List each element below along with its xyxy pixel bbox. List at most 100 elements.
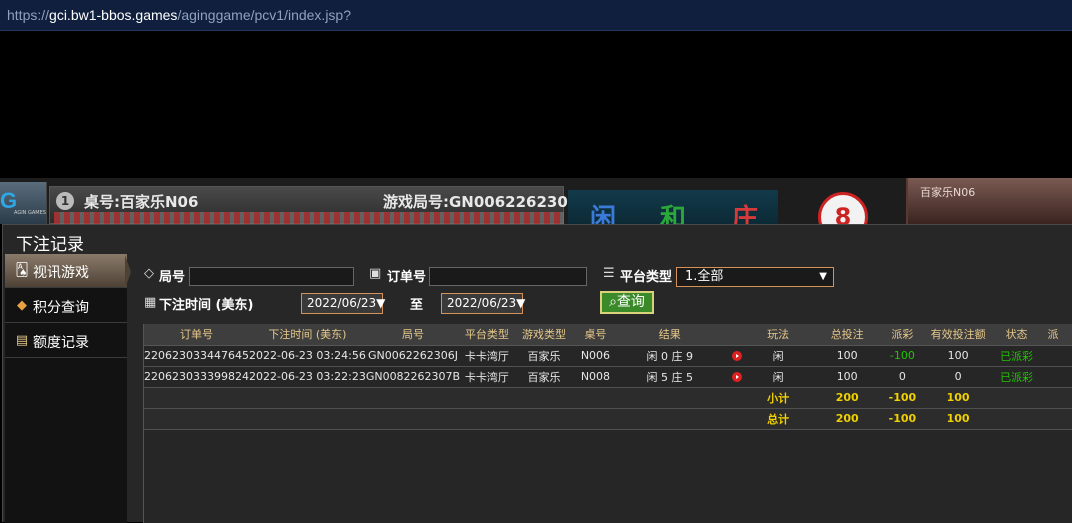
total-bet: 100 [805, 366, 889, 388]
modal-title: 下注记录 [16, 235, 84, 255]
game-type: 百家乐 [513, 345, 575, 367]
roadmap-dots [54, 212, 564, 224]
address-bar[interactable]: https://gci.bw1-bbos.games/aginggame/pcv… [0, 0, 1072, 31]
table-row: 220623033447645 2022-06-23 03:24:56 GN00… [144, 345, 1072, 367]
bet-type: 闲 [750, 345, 806, 367]
grand-total-total-bet: 200 [805, 408, 889, 430]
status: 已派彩 [1000, 366, 1034, 388]
sidebar-item-points[interactable]: ◆ 积分查询 [5, 289, 127, 323]
platform-label: 平台类型 [620, 270, 673, 285]
bet-record-modal: 下注记录 🂡 视讯游戏 ◆ 积分查询 ▤ 额度记录 ◇ 局号 ▣ 订单号 ☰ 平… [2, 224, 1072, 523]
status: 已派彩 [1000, 345, 1034, 367]
play-video-icon[interactable] [731, 351, 742, 361]
col-table-no: 桌号 [574, 324, 617, 346]
game-type: 百家乐 [513, 366, 575, 388]
order-input[interactable] [429, 267, 587, 286]
side-table-title: 百家乐N06 [920, 186, 976, 199]
bet-time: 2022-06-23 03:22:23 [248, 366, 366, 388]
query-button-label: 查询 [616, 294, 645, 310]
order-label: 订单号 [387, 270, 427, 285]
query-button[interactable]: ⌕查询 [600, 291, 654, 314]
table-title: 桌号:百家乐N06 [84, 193, 199, 211]
sidebar-item-label: 额度记录 [33, 335, 89, 351]
side-table-thumb[interactable]: 百家乐N06 [906, 178, 1072, 224]
grand-total-row: 总计 200 -100 100 [144, 408, 1072, 430]
subtotal-valid-bet: 100 [916, 387, 1001, 409]
to-label: 至 [410, 298, 424, 313]
grand-total-label: 总计 [750, 408, 806, 430]
col-round: 局号 [365, 324, 461, 346]
table-header-row: 订单号 下注时间 (美东) 局号 平台类型 游戏类型 桌号 结果 玩法 总投注 … [144, 324, 1072, 346]
col-bet-type: 玩法 [750, 324, 806, 346]
platform-select[interactable]: 1.全部 ▼ [676, 267, 834, 287]
bet-records-table: 订单号 下注时间 (美东) 局号 平台类型 游戏类型 桌号 结果 玩法 总投注 … [144, 324, 1072, 430]
date-to-picker[interactable]: 2022/06/23▼ [441, 293, 526, 314]
search-icon: ⌕ [609, 294, 617, 310]
logo-text: AGIN GAMES [14, 210, 46, 216]
col-total-bet: 总投注 [805, 324, 889, 346]
cards-icon: 🂡 [15, 263, 29, 278]
order-no: 220623033447645 [144, 345, 249, 367]
tag-icon: ◇ [144, 266, 154, 281]
result: 闲 0 庄 9 [616, 345, 723, 367]
round-no: GN0082262307B [365, 366, 461, 388]
chevron-down-icon: ▼ [819, 271, 827, 282]
document-icon: ▤ [15, 333, 29, 348]
date-from-picker[interactable]: 2022/06/23▼ [301, 293, 385, 314]
active-item-notch [125, 255, 131, 289]
url-path: /aginggame/pcv1/index.jsp? [177, 7, 351, 23]
payout: -100 [888, 345, 917, 367]
col-replay [722, 324, 751, 346]
sidebar-item-live-games[interactable]: 🂡 视讯游戏 [5, 254, 127, 288]
result: 闲 5 庄 5 [616, 366, 723, 388]
round-input[interactable] [189, 267, 354, 286]
platform-selected-value: 1.全部 [685, 269, 724, 284]
round-label: 局号 [159, 270, 186, 285]
table-no: N006 [574, 345, 617, 367]
col-order-no: 订单号 [144, 324, 249, 346]
subtotal-row: 小计 200 -100 100 [144, 387, 1072, 409]
valid-bet: 100 [916, 345, 1001, 367]
col-result: 结果 [616, 324, 723, 346]
receipt-icon: ▣ [369, 266, 382, 281]
sidebar-item-credit-records[interactable]: ▤ 额度记录 [5, 324, 127, 358]
order-no: 220623033399824 [144, 366, 249, 388]
platform: 卡卡湾厅 [460, 345, 514, 367]
round-no: GN0062262306J [365, 345, 461, 367]
sidebar-item-label: 积分查询 [33, 300, 89, 316]
date-to-value: 2022/06/23 [447, 296, 517, 310]
valid-bet: 0 [916, 366, 1001, 388]
bet-type: 闲 [750, 366, 806, 388]
bet-time: 2022-06-23 03:24:56 [248, 345, 366, 367]
table-number-badge: 1 [56, 192, 74, 210]
bet-records-table-container: 订单号 下注时间 (美东) 局号 平台类型 游戏类型 桌号 结果 玩法 总投注 … [143, 324, 1072, 523]
calendar-icon: ▦ [144, 295, 157, 310]
grand-total-valid-bet: 100 [916, 408, 1001, 430]
subtotal-label: 小计 [750, 387, 806, 409]
payout: 0 [888, 366, 917, 388]
replay-cell [722, 366, 751, 388]
game-video-area [0, 31, 1072, 178]
extra [1033, 366, 1072, 388]
subtotal-payout: -100 [888, 387, 917, 409]
grand-total-payout: -100 [888, 408, 917, 430]
url-prefix: https:// [7, 7, 50, 23]
sidebar-item-label: 视讯游戏 [33, 265, 89, 281]
modal-sidebar: 🂡 视讯游戏 ◆ 积分查询 ▤ 额度记录 [5, 254, 127, 523]
col-bet-time: 下注时间 (美东) [248, 324, 366, 346]
diamond-icon: ◆ [17, 298, 27, 313]
date-from-value: 2022/06/23 [307, 296, 377, 310]
table-row: 220623033399824 2022-06-23 03:22:23 GN00… [144, 366, 1072, 388]
subtotal-total-bet: 200 [805, 387, 889, 409]
platform: 卡卡湾厅 [460, 366, 514, 388]
bet-time-label: 下注时间 (美东) [159, 298, 254, 313]
col-game-type: 游戏类型 [513, 324, 575, 346]
extra [1033, 345, 1072, 367]
play-video-icon[interactable] [731, 372, 742, 382]
caret-down-icon: ▼ [516, 296, 526, 310]
list-icon: ☰ [603, 266, 615, 281]
round-number: 游戏局号:GN0062262306K [383, 193, 590, 211]
col-platform: 平台类型 [460, 324, 514, 346]
url-host: gci.bw1-bbos.games [49, 7, 178, 23]
game-logo: G AGIN GAMES [0, 182, 47, 224]
